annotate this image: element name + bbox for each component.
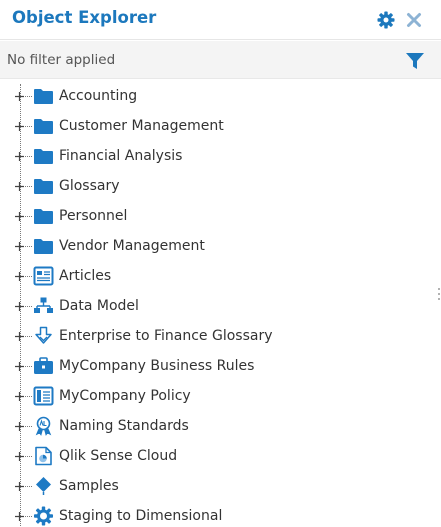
expand-icon[interactable] <box>14 301 25 312</box>
tree-item-articles[interactable]: Articles <box>0 261 430 291</box>
data-model-icon <box>34 297 53 313</box>
filter-bar: No filter applied <box>0 41 441 79</box>
object-tree: Accounting Customer Management Financial… <box>0 80 441 527</box>
folder-icon <box>34 119 53 134</box>
expand-icon[interactable] <box>14 241 25 252</box>
tree-item-label: Vendor Management <box>59 238 205 254</box>
tree-item-label: MyCompany Business Rules <box>59 358 255 374</box>
staging-gear-icon <box>34 506 53 526</box>
articles-icon <box>33 266 54 286</box>
expand-icon[interactable] <box>14 151 25 162</box>
tree-item-glossary[interactable]: Glossary <box>0 171 430 201</box>
tree-item-label: MyCompany Policy <box>59 388 191 404</box>
expand-icon[interactable] <box>14 421 25 432</box>
qlik-report-icon <box>35 446 52 466</box>
expand-icon[interactable] <box>14 91 25 102</box>
tree-item-label: Data Model <box>59 298 139 314</box>
folder-icon <box>34 239 53 254</box>
tree-item-mycompany-business-rules[interactable]: MyCompany Business Rules <box>0 351 430 381</box>
tree-item-label: Naming Standards <box>59 418 189 434</box>
expand-icon[interactable] <box>14 391 25 402</box>
tree-item-label: Financial Analysis <box>59 148 183 164</box>
expand-icon[interactable] <box>14 481 25 492</box>
expand-icon[interactable] <box>14 511 25 522</box>
tree-item-label: Enterprise to Finance Glossary <box>59 328 273 344</box>
tree-item-label: Accounting <box>59 88 138 104</box>
tree-item-naming-standards[interactable]: Naming Standards <box>0 411 430 441</box>
tree-item-label: Articles <box>59 268 112 284</box>
expand-icon[interactable] <box>14 331 25 342</box>
close-icon[interactable] <box>404 10 424 30</box>
filter-status: No filter applied <box>7 52 116 68</box>
tree-item-personnel[interactable]: Personnel <box>0 201 430 231</box>
tree-item-customer-management[interactable]: Customer Management <box>0 111 430 141</box>
tree-item-data-model[interactable]: Data Model <box>0 291 430 321</box>
folder-icon <box>34 89 53 104</box>
tree-item-staging-to-dimensional[interactable]: Staging to Dimensional <box>0 501 430 527</box>
tree-item-vendor-management[interactable]: Vendor Management <box>0 231 430 261</box>
expand-icon[interactable] <box>14 271 25 282</box>
expand-icon[interactable] <box>14 451 25 462</box>
tree-item-qlik-sense-cloud[interactable]: Qlik Sense Cloud <box>0 441 430 471</box>
tree-item-mycompany-policy[interactable]: MyCompany Policy <box>0 381 430 411</box>
expand-icon[interactable] <box>14 211 25 222</box>
object-explorer-panel: Object Explorer No filter applied Accoun… <box>0 0 441 527</box>
tree-item-label: Customer Management <box>59 118 224 134</box>
mapping-icon <box>35 326 52 344</box>
briefcase-icon <box>34 357 53 374</box>
policy-icon <box>33 386 54 406</box>
expand-icon[interactable] <box>14 121 25 132</box>
tree-item-label: Qlik Sense Cloud <box>59 448 178 464</box>
naming-standards-icon <box>35 416 52 436</box>
tree-item-financial-analysis[interactable]: Financial Analysis <box>0 141 430 171</box>
expand-icon[interactable] <box>14 361 25 372</box>
tree-item-label: Samples <box>59 478 119 494</box>
expand-icon[interactable] <box>14 181 25 192</box>
tree-item-label: Personnel <box>59 208 128 224</box>
folder-icon <box>34 209 53 224</box>
tree-item-label: Glossary <box>59 178 120 194</box>
tree-item-samples[interactable]: Samples <box>0 471 430 501</box>
folder-icon <box>34 179 53 194</box>
tree-item-accounting[interactable]: Accounting <box>0 81 430 111</box>
folder-icon <box>34 149 53 164</box>
tree-item-label: Staging to Dimensional <box>59 508 223 524</box>
panel-title: Object Explorer <box>12 8 157 27</box>
panel-header: Object Explorer <box>0 0 441 40</box>
samples-icon <box>36 477 51 495</box>
funnel-icon[interactable] <box>405 51 425 71</box>
tree-item-enterprise-to-finance-glossary[interactable]: Enterprise to Finance Glossary <box>0 321 430 351</box>
gear-icon[interactable] <box>376 10 396 30</box>
resize-grip[interactable] <box>437 283 441 305</box>
